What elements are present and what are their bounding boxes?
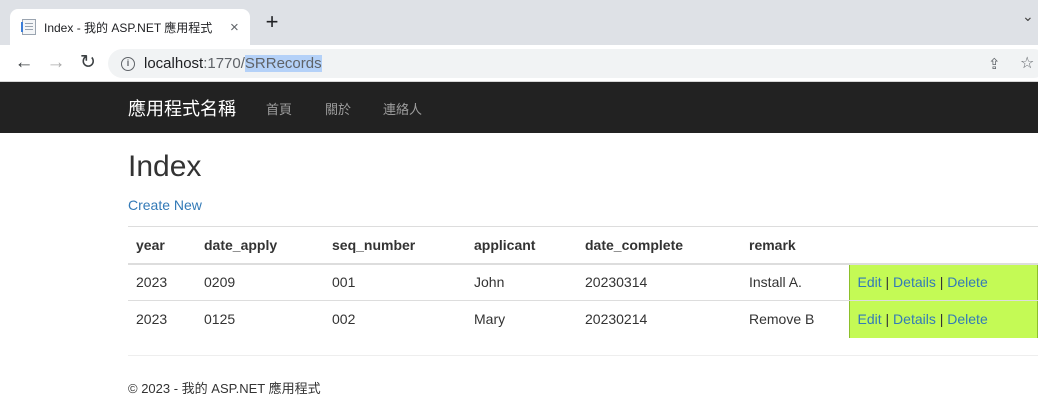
new-tab-icon[interactable]: + [262,11,282,33]
edit-link[interactable]: Edit [858,311,882,327]
cell-applicant: John [466,263,577,301]
create-new-link[interactable]: Create New [128,197,202,213]
cell-seq-number: 002 [332,311,356,328]
url-port: :1770/ [203,55,245,72]
delete-link[interactable]: Delete [947,274,987,290]
column-header-remark: remark [741,226,849,265]
row-actions: Edit | Details | Delete [848,263,1038,301]
details-link[interactable]: Details [893,274,936,290]
cell-year: 2023 [128,263,196,301]
cell-date-apply: 0125 [204,311,236,328]
page-footer: © 2023 - 我的 ASP.NET 應用程式 [128,381,321,396]
column-header-applicant: applicant [466,226,577,265]
address-bar[interactable]: i localhost:1770/SRRecords ⇪ ☆ [108,49,1038,78]
info-icon[interactable]: i [121,56,135,71]
cell-remark: Remove B [749,311,815,328]
column-header-actions [849,226,1038,265]
column-header-date-apply: date_apply [196,226,324,265]
nav-link-about[interactable]: 關於 [325,99,351,118]
separator: | [885,274,890,291]
separator: | [939,274,944,291]
cell-seq-number: 001 [324,263,466,301]
separator: | [939,311,944,328]
separator: | [885,311,890,328]
bookmark-star-icon[interactable]: ☆ [1020,53,1034,73]
navbar-brand[interactable]: 應用程式名稱 [128,95,236,121]
url-host: localhost [144,55,204,72]
browser-tabstrip: Index - 我的 ASP.NET 應用程式 × + ⌄ [0,0,1038,45]
url-path-selected: SRRecords [244,55,322,72]
column-header-date-complete: date_complete [577,226,741,265]
column-header-seq-number: seq_number [324,226,466,265]
back-arrow-icon[interactable]: ← [12,51,36,75]
share-icon[interactable]: ⇪ [988,55,1001,73]
url-text[interactable]: localhost:1770/SRRecords [144,55,322,72]
page-icon [21,19,36,35]
page-title: Index [128,150,202,183]
cell-year: 2023 [136,311,168,328]
reload-icon[interactable]: ↻ [76,51,100,75]
cell-applicant: Mary [474,311,506,328]
nav-link-home[interactable]: 首頁 [266,99,292,118]
row-actions: Edit | Details | Delete [848,300,1038,338]
tab-title: Index - 我的 ASP.NET 應用程式 [44,20,213,35]
site-navbar: 應用程式名稱 首頁 關於 連絡人 [0,82,1038,133]
table-header-row: year date_apply seq_number applicant dat… [128,226,1038,265]
cell-date-complete: 20230214 [585,311,648,328]
edit-link[interactable]: Edit [858,274,882,290]
close-tab-icon[interactable]: × [230,19,239,36]
forward-arrow-icon[interactable]: → [44,51,68,75]
nav-link-contact[interactable]: 連絡人 [383,99,422,118]
records-table: year date_apply seq_number applicant dat… [128,226,1038,338]
browser-tab[interactable]: Index - 我的 ASP.NET 應用程式 × [10,9,250,45]
details-link[interactable]: Details [893,311,936,327]
footer-divider [128,355,1038,356]
cell-remark: Install A. [741,263,849,301]
table-row: 2023 0209 001 John 20230314 Install A. E… [128,263,1038,301]
browser-toolbar: ← → ↻ i localhost:1770/SRRecords ⇪ ☆ [0,45,1038,82]
chevron-down-icon[interactable]: ⌄ [1022,8,1034,25]
cell-date-apply: 0209 [196,263,324,301]
cell-date-complete: 20230314 [577,263,741,301]
delete-link[interactable]: Delete [947,311,987,327]
table-row: 2023 0125 002 Mary 20230214 Remove B Edi… [128,300,1038,338]
column-header-year: year [128,226,196,265]
